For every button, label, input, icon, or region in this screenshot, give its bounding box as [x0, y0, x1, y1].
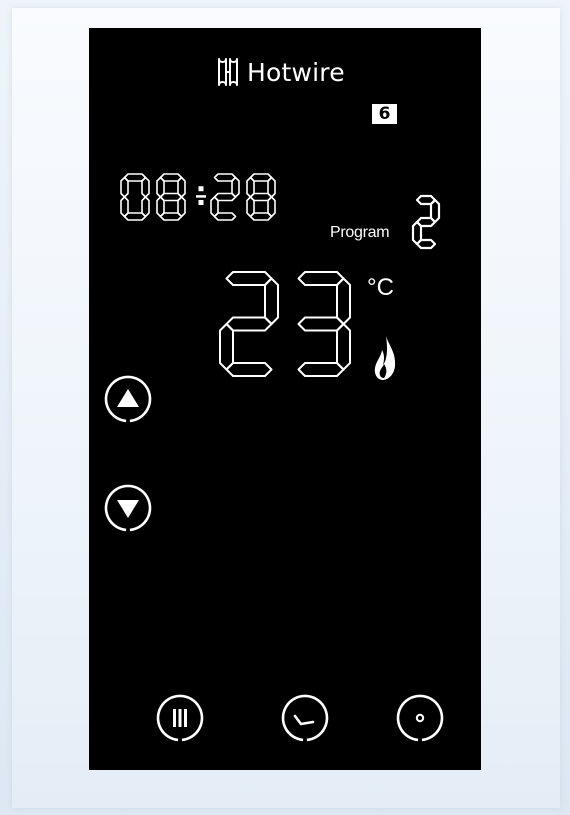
clock-digit-segment [120, 196, 129, 218]
hotwire-logo-icon [218, 58, 238, 86]
up-arrow-icon[interactable] [103, 374, 153, 424]
down-arrow-icon[interactable] [103, 483, 153, 533]
power-dot-icon[interactable] [395, 693, 445, 743]
temperature-digit-segment [225, 271, 273, 286]
temperature-display [219, 271, 351, 377]
program-label: Program [330, 224, 390, 241]
clock-colon [198, 200, 204, 206]
flame-icon [374, 336, 396, 380]
program-number-display [411, 194, 441, 250]
brand-logo: Hotwire [215, 52, 345, 92]
clock-digit-segment [141, 176, 150, 198]
thermostat-screen: Hotwire 6 08:28 Program 2 23 °C [89, 28, 481, 770]
clock-text: 08:28 [89, 28, 90, 29]
clock-digit-segment [120, 176, 129, 198]
temperature-digit-segment [297, 362, 345, 377]
temperature-digit-segment [225, 362, 273, 377]
badge-number: 6 [372, 104, 397, 124]
clock-digit-segment [159, 192, 183, 202]
temperature-digit-segment [297, 316, 345, 332]
clock-colon [196, 195, 206, 198]
temperature-digit-segment [264, 277, 279, 325]
clock-digit-segment [249, 192, 273, 202]
temperature-digit-segment [336, 323, 351, 371]
clock-icon[interactable] [279, 693, 331, 743]
clock-digit-segment [213, 212, 237, 221]
temperature-unit: °C [367, 274, 394, 301]
temperature-digit-segment [336, 277, 351, 325]
program-number-text: 2 [89, 28, 90, 29]
temperature-digit-segment [219, 323, 234, 371]
clock-colon [198, 186, 204, 192]
menu-bars-icon[interactable] [155, 693, 205, 743]
brand-name: Hotwire [247, 57, 345, 87]
temperature-text: 23 [89, 28, 90, 29]
program-digit-segment [415, 238, 437, 250]
temperature-digit-segment [297, 271, 345, 286]
temperature-digit-segment [225, 316, 273, 332]
clock-display[interactable] [119, 171, 285, 225]
